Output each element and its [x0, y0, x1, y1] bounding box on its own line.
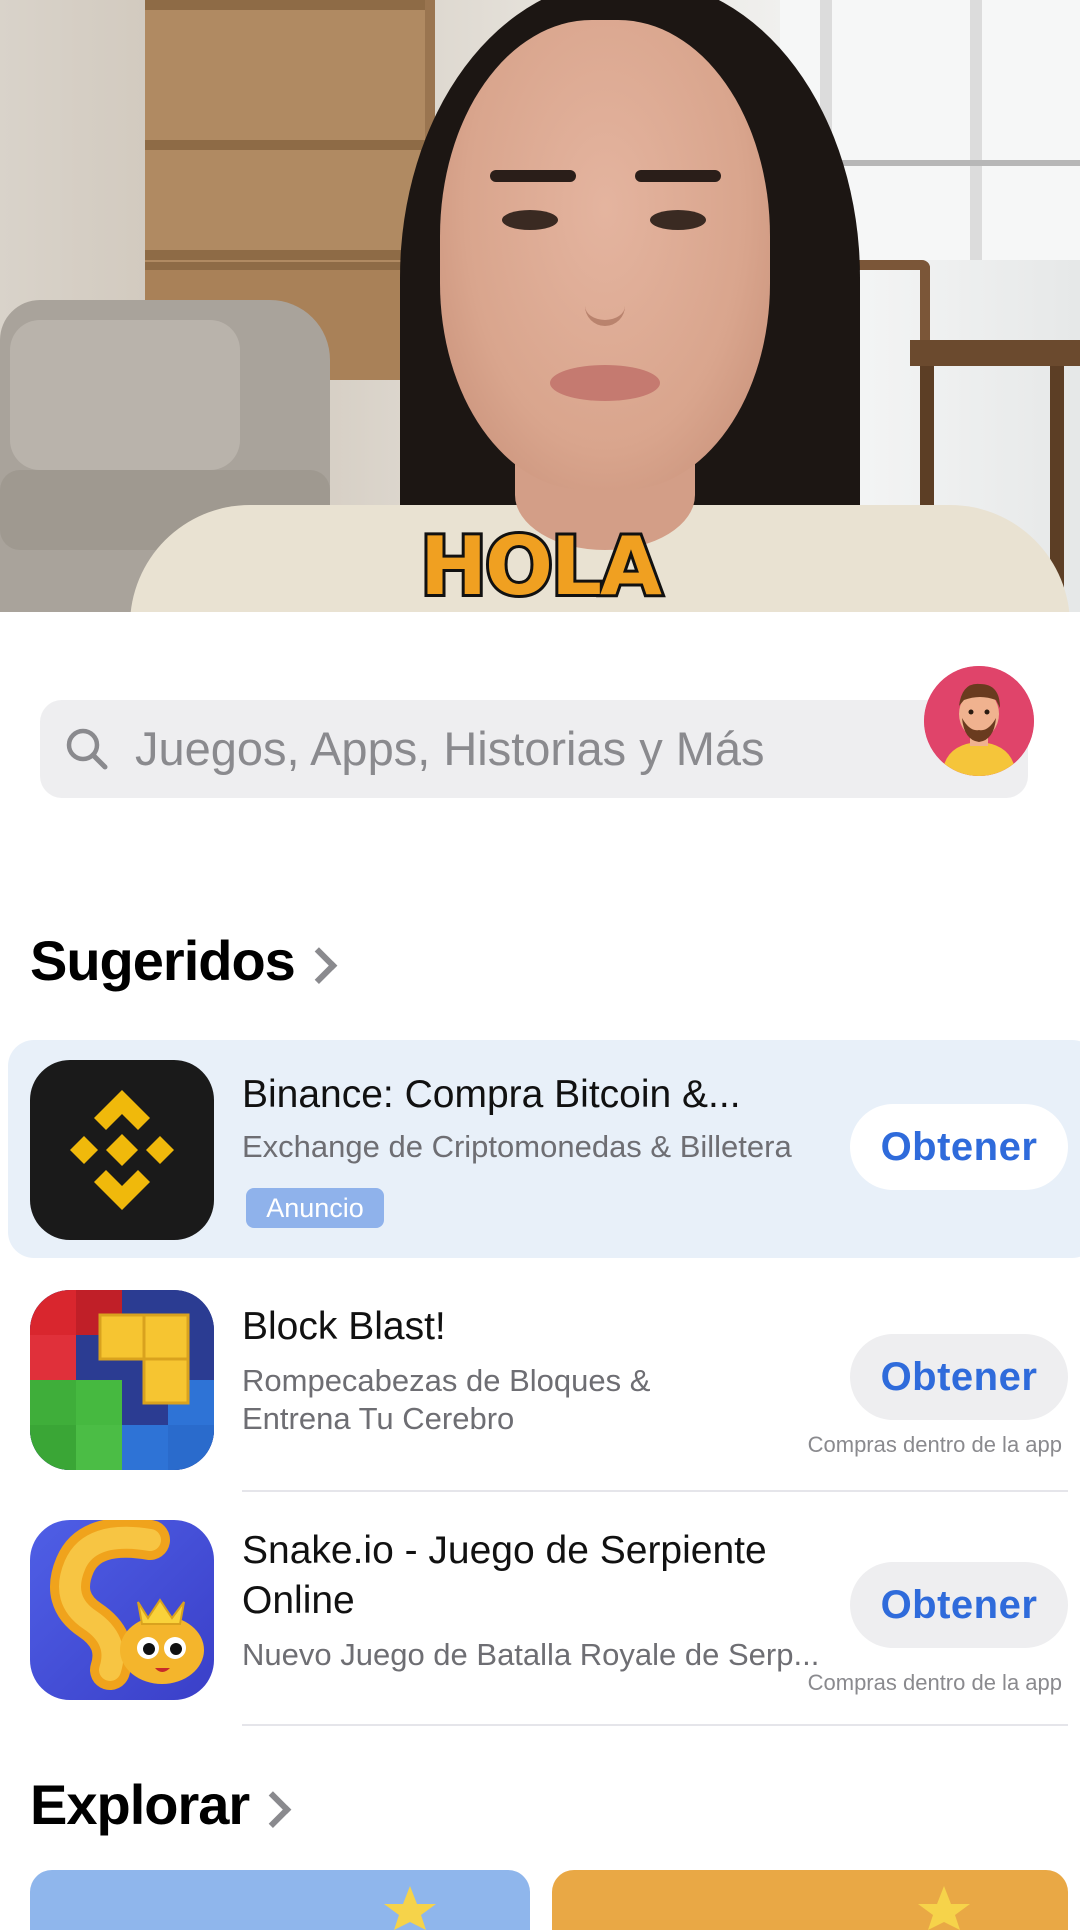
get-button-binance[interactable]: Obtener	[850, 1104, 1068, 1190]
search-icon	[66, 728, 108, 770]
section-suggested[interactable]: Sugeridos	[30, 928, 339, 993]
app-name-block-blast: Block Blast!	[242, 1305, 446, 1348]
list-divider	[242, 1724, 1068, 1726]
star-icon	[918, 1886, 970, 1930]
app-row-block-blast[interactable]: Block Blast! Rompecabezas de Bloques & E…	[0, 1290, 1080, 1490]
app-row-snake-io[interactable]: Snake.io - Juego de Serpiente Online Nue…	[0, 1518, 1080, 1718]
app-subtitle-binance: Exchange de Criptomonedas & Billetera	[242, 1129, 792, 1164]
ad-badge: Anuncio	[246, 1188, 384, 1228]
section-suggested-title: Sugeridos	[30, 929, 296, 992]
snake-io-logo	[30, 1520, 214, 1700]
in-app-purchases-note: Compras dentro de la app	[807, 1432, 1062, 1457]
app-name-binance: Binance: Compra Bitcoin &...	[242, 1073, 741, 1116]
section-explore-title: Explorar	[30, 1773, 250, 1836]
in-app-purchases-note: Compras dentro de la app	[807, 1670, 1062, 1695]
search-bar[interactable]: Juegos, Apps, Historias y Más	[40, 700, 1028, 798]
chevron-right-icon	[300, 947, 338, 984]
profile-avatar[interactable]	[924, 666, 1034, 776]
app-row-binance[interactable]: Binance: Compra Bitcoin &... Exchange de…	[0, 1060, 1080, 1240]
get-button-snake-io[interactable]: Obtener	[850, 1562, 1068, 1648]
avatar-illustration	[924, 666, 1034, 776]
get-button-block-blast[interactable]: Obtener	[850, 1334, 1068, 1420]
star-icon	[384, 1886, 436, 1930]
video-frame: HOLA	[0, 0, 1080, 612]
app-name-snake-io-2: Online	[242, 1579, 355, 1622]
list-divider	[242, 1490, 1068, 1492]
search-placeholder: Juegos, Apps, Historias y Más	[135, 722, 765, 775]
video-caption: HOLA	[417, 519, 665, 613]
binance-logo	[30, 1060, 214, 1240]
block-blast-logo	[30, 1290, 214, 1470]
explore-card-2[interactable]	[552, 1870, 1068, 1930]
section-explore[interactable]: Explorar	[30, 1772, 293, 1837]
background-table	[910, 340, 1080, 596]
app-subtitle-block-blast-1: Rompecabezas de Bloques &	[242, 1363, 651, 1398]
app-subtitle-snake-io: Nuevo Juego de Batalla Royale de Serp...	[242, 1637, 820, 1672]
app-name-snake-io-1: Snake.io - Juego de Serpiente	[242, 1529, 767, 1572]
explore-card-1[interactable]	[30, 1870, 530, 1930]
person-face	[440, 20, 770, 490]
chevron-right-icon	[254, 1791, 292, 1828]
